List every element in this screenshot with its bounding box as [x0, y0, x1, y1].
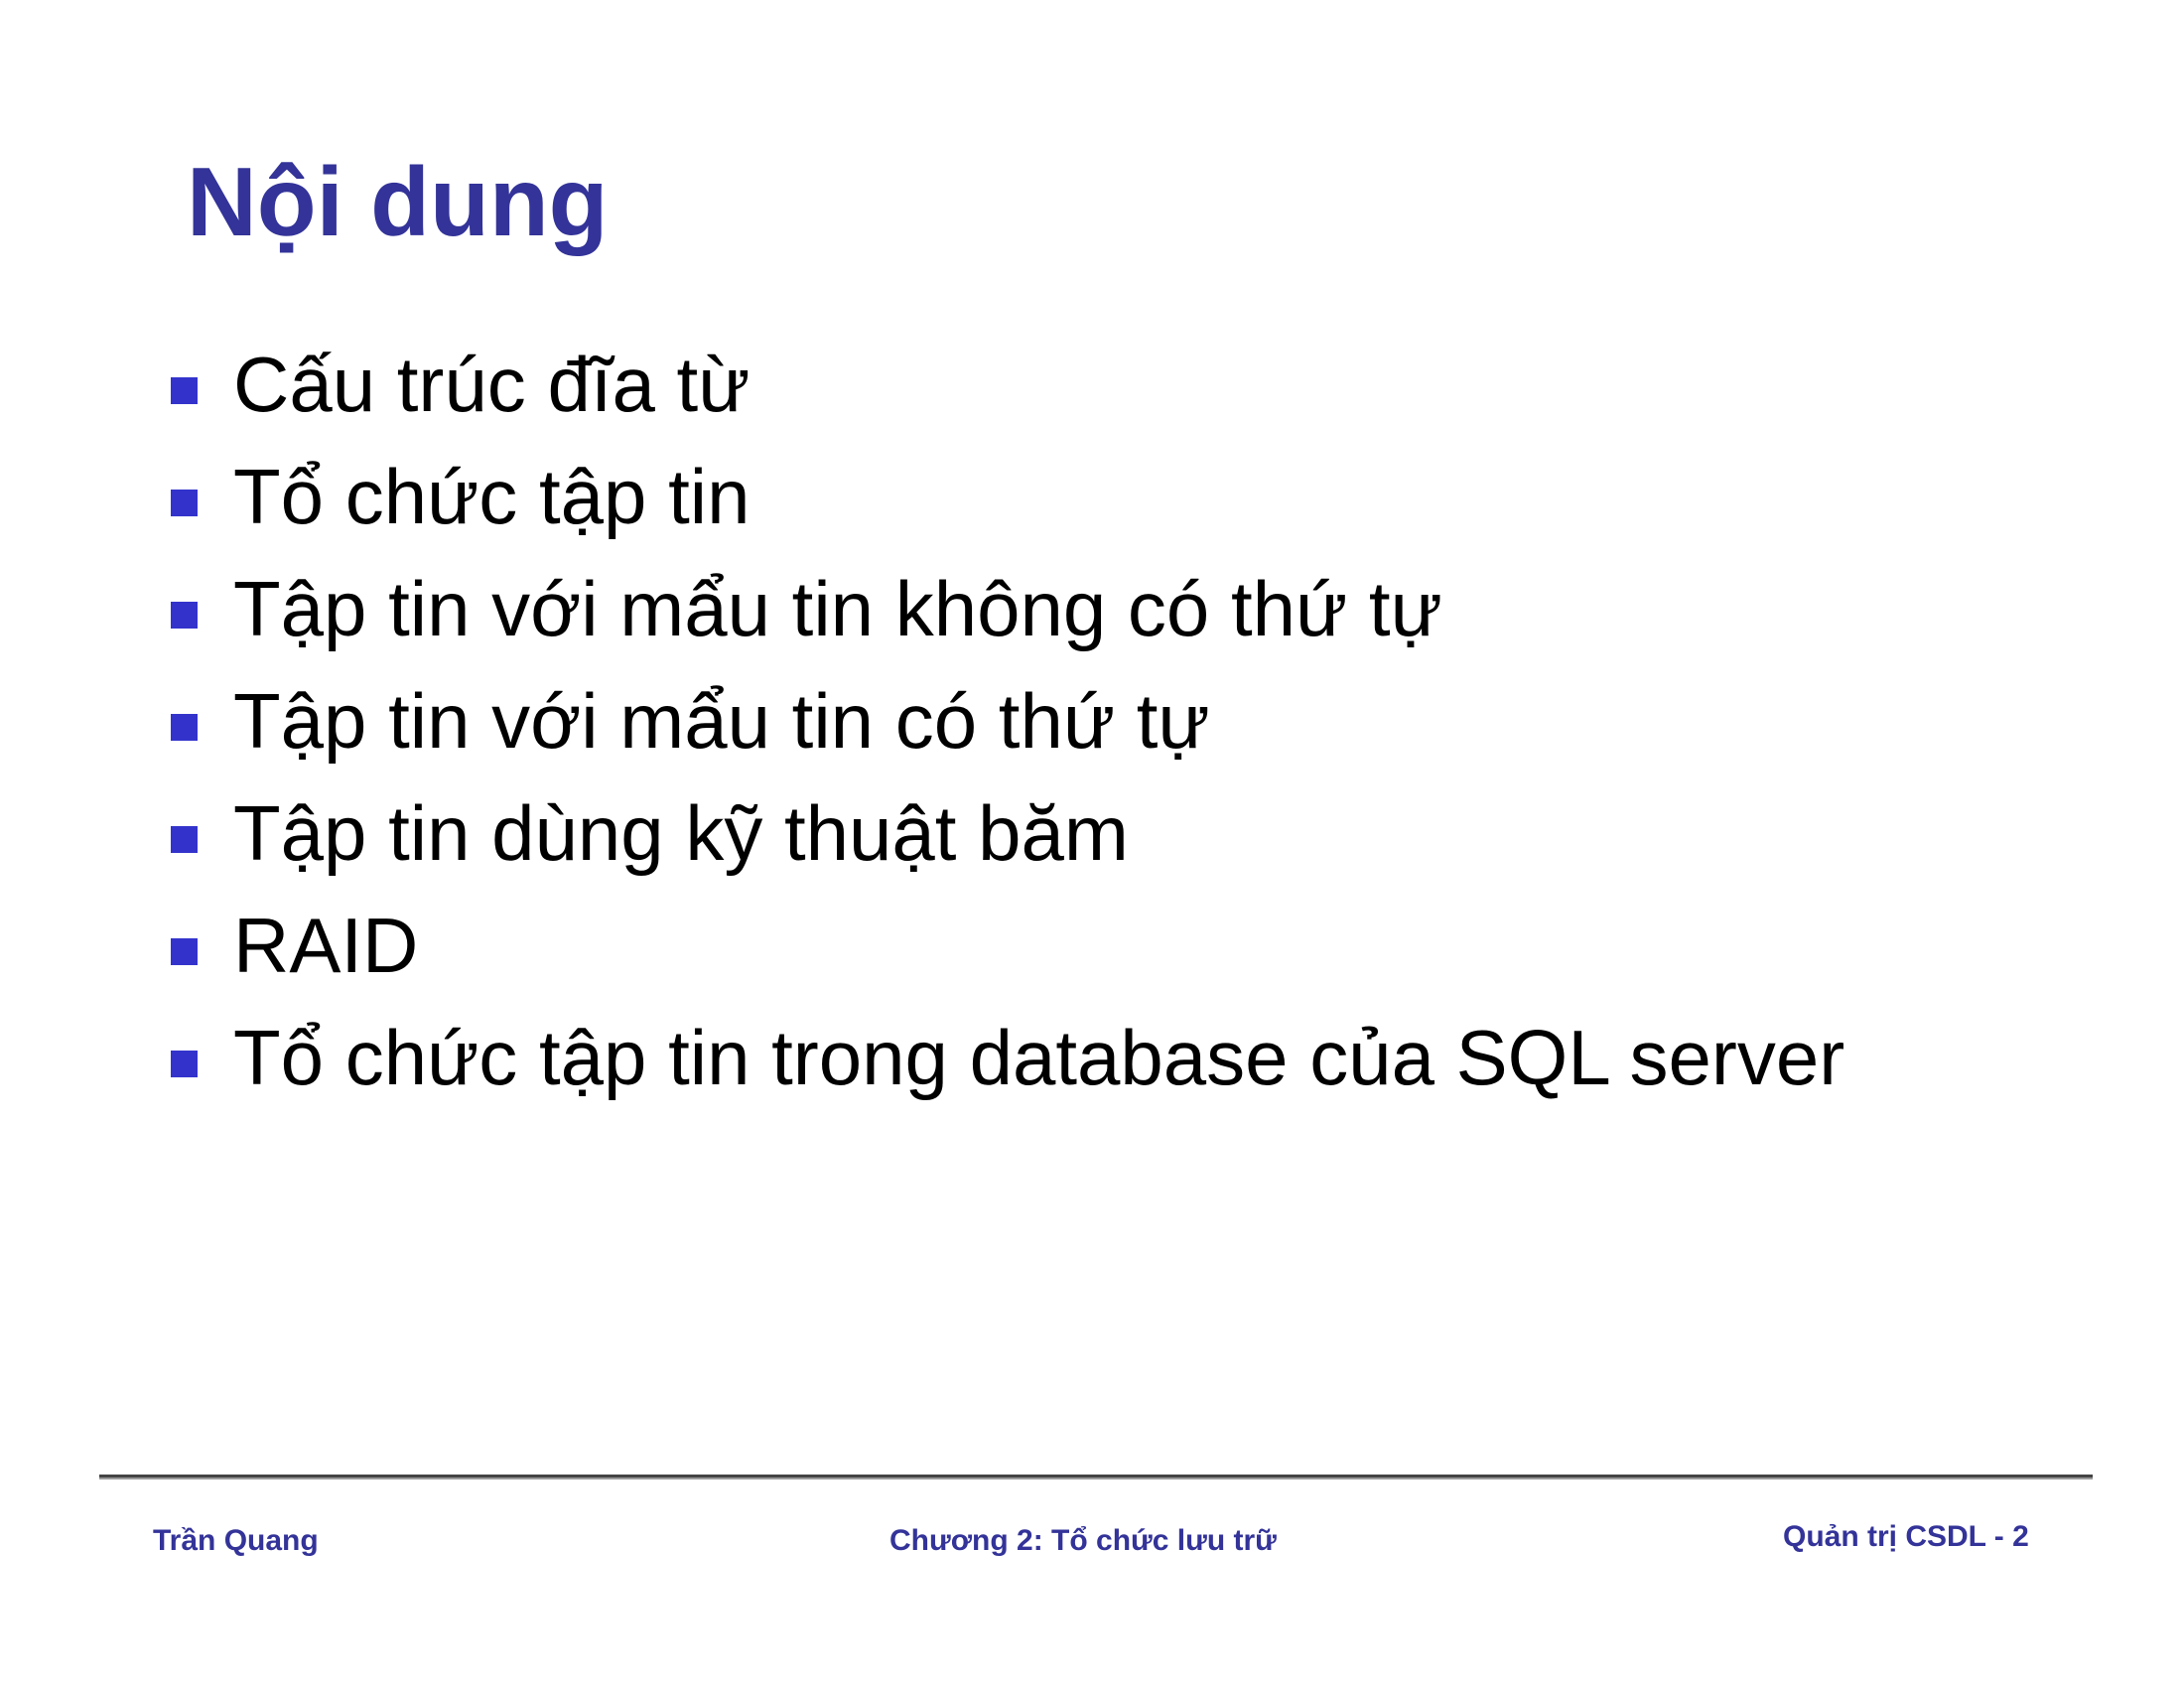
- footer-author: Trần Quang: [153, 1524, 319, 1557]
- square-bullet-icon: [171, 714, 198, 741]
- bullet-text: Cấu trúc đĩa từ: [233, 340, 751, 428]
- square-bullet-icon: [171, 1051, 198, 1077]
- slide-title: Nội dung: [187, 147, 609, 256]
- square-bullet-icon: [171, 826, 198, 853]
- square-bullet-icon: [171, 377, 198, 404]
- footer-divider: [99, 1475, 2093, 1479]
- bullet-text: Tập tin với mẩu tin có thứ tự: [233, 676, 1210, 765]
- bullet-item-ordered-records: Tập tin với mẩu tin có thứ tự: [171, 664, 1844, 776]
- square-bullet-icon: [171, 938, 198, 965]
- bullet-item-raid: RAID: [171, 889, 1844, 1001]
- square-bullet-icon: [171, 490, 198, 516]
- bullet-item-disk-structure: Cấu trúc đĩa từ: [171, 328, 1844, 440]
- footer-chapter-title: Chương 2: Tổ chức lưu trữ: [889, 1524, 1277, 1557]
- footer-page-number: Quản trị CSDL - 2: [1783, 1520, 2029, 1553]
- bullet-text: Tập tin dùng kỹ thuật băm: [233, 788, 1129, 877]
- bullet-text: Tổ chức tập tin: [233, 452, 751, 540]
- bullet-item-file-organization: Tổ chức tập tin: [171, 440, 1844, 552]
- bullet-item-unordered-records: Tập tin với mẩu tin không có thứ tự: [171, 552, 1844, 664]
- bullet-item-hashing: Tập tin dùng kỹ thuật băm: [171, 776, 1844, 889]
- square-bullet-icon: [171, 602, 198, 629]
- bullet-list: Cấu trúc đĩa từ Tổ chức tập tin Tập tin …: [171, 328, 1844, 1113]
- bullet-text: Tổ chức tập tin trong database của SQL s…: [233, 1013, 1845, 1101]
- bullet-text: RAID: [233, 901, 419, 989]
- bullet-item-sql-server-files: Tổ chức tập tin trong database của SQL s…: [171, 1001, 1844, 1113]
- bullet-text: Tập tin với mẩu tin không có thứ tự: [233, 564, 1442, 652]
